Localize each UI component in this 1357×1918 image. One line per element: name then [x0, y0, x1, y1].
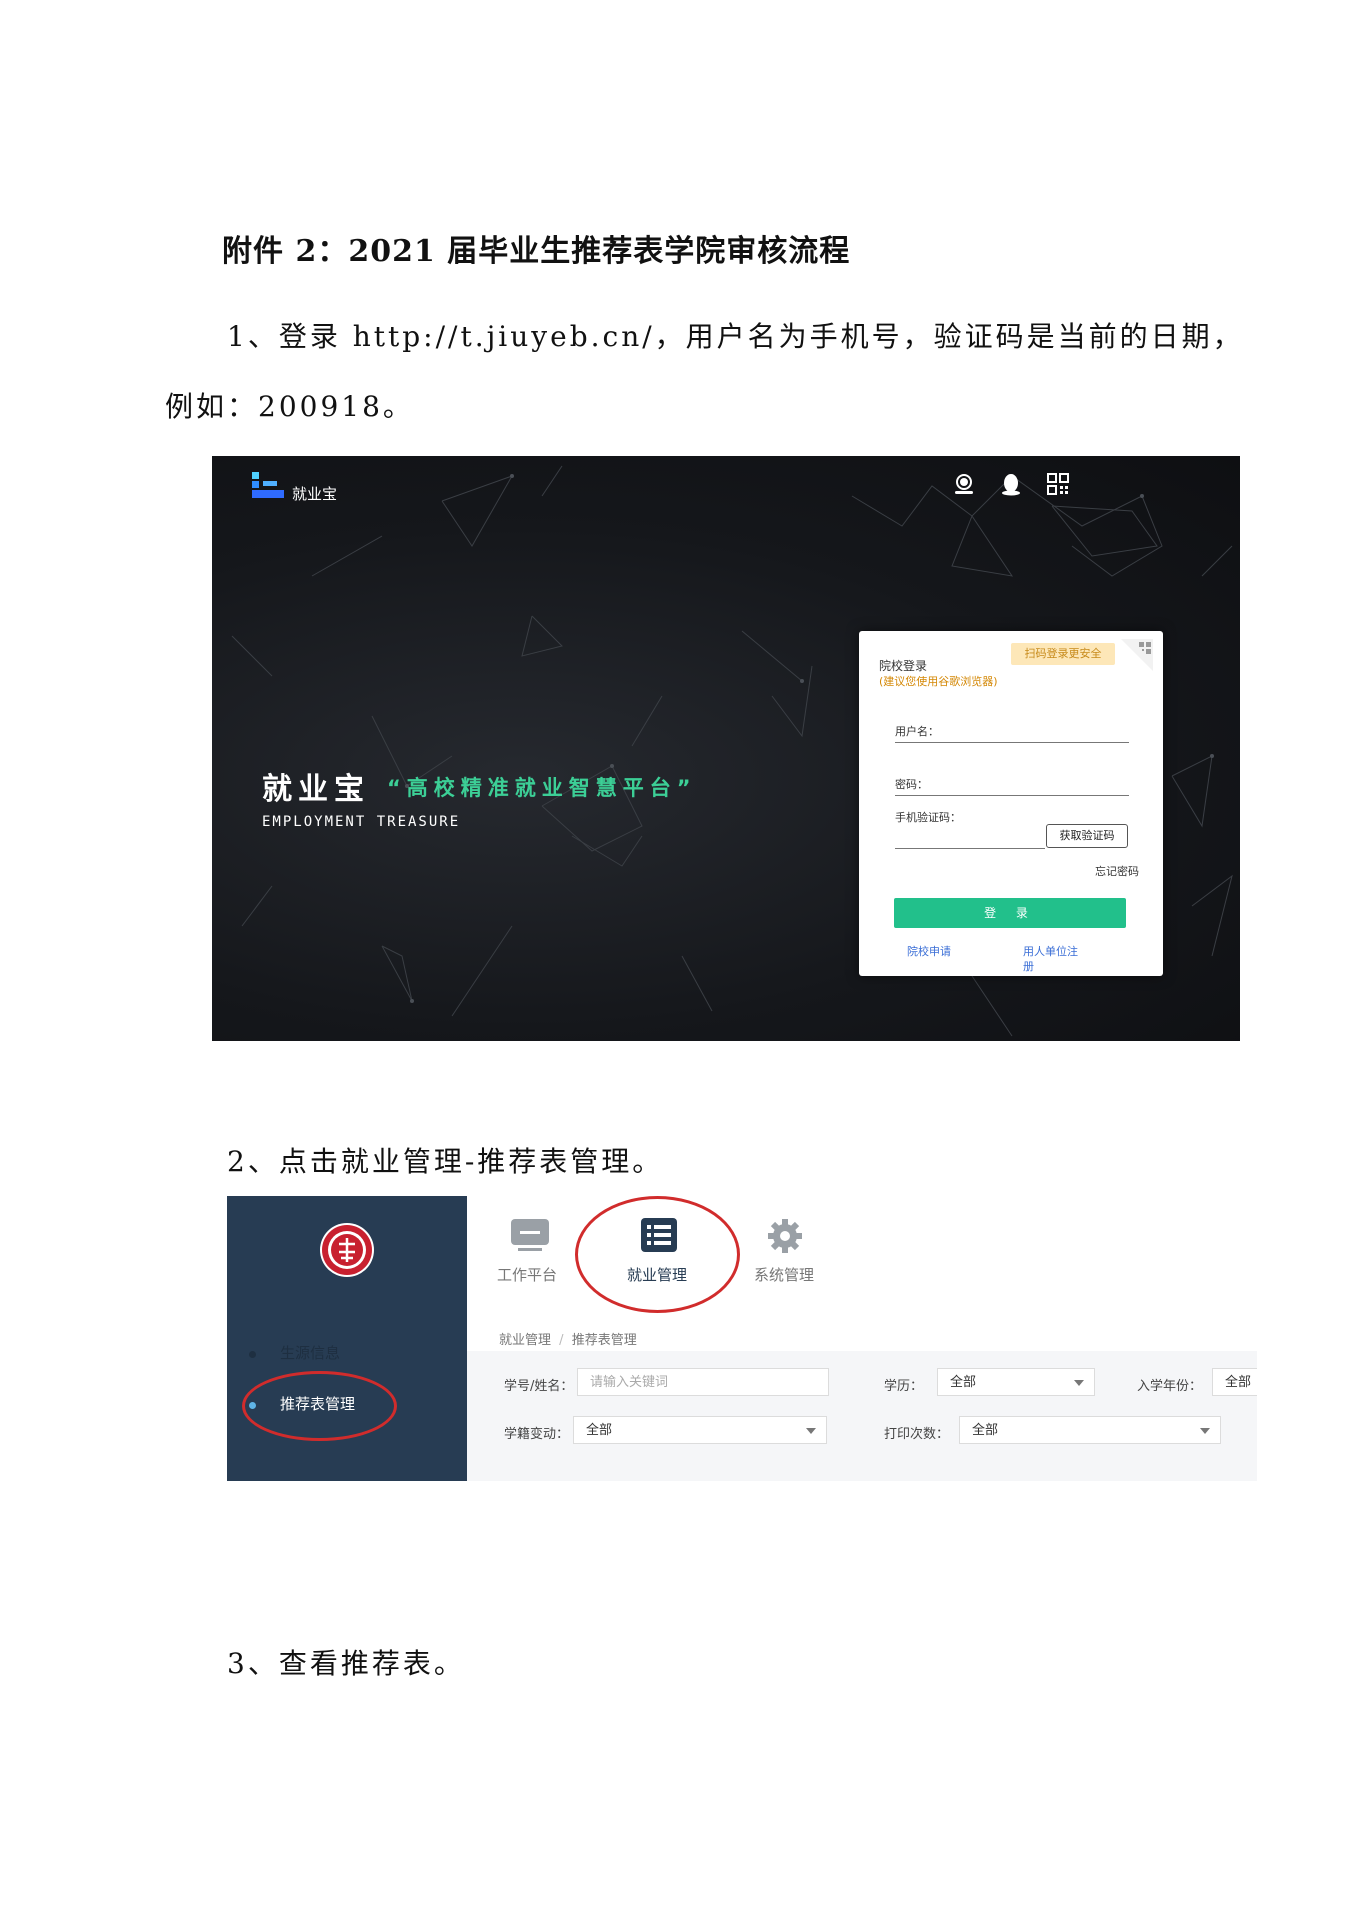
print-count-value: 全部	[972, 1423, 999, 1438]
password-label: 密码：	[895, 778, 928, 791]
breadcrumb-item-employment[interactable]: 就业管理	[499, 1333, 551, 1348]
status-change-value: 全部	[586, 1423, 613, 1438]
username-label: 用户名：	[895, 725, 939, 738]
step-3-text: 3、查看推荐表。	[227, 1647, 465, 1680]
hero-slogan: “高校精准就业智慧平台”	[387, 776, 697, 800]
school-apply-link[interactable]: 院校申请	[907, 943, 951, 959]
id-name-input[interactable]: 请输入关键词	[577, 1368, 829, 1396]
qr-login-corner-icon[interactable]	[1121, 639, 1153, 671]
filter-area: 学号/姓名： 请输入关键词 学历： 全部 入学年份： 全部 学籍变动： 全部 打…	[467, 1351, 1257, 1481]
school-logo-icon	[320, 1223, 374, 1277]
login-card: 院校登录 (建议您使用谷歌浏览器) 扫码登录更安全 用户名： 密码： 手机验证码…	[859, 631, 1163, 976]
enrollment-year-select[interactable]: 全部	[1212, 1368, 1257, 1396]
sms-code-label: 手机验证码：	[895, 811, 961, 824]
print-count-label: 打印次数：	[884, 1427, 950, 1442]
id-name-label: 学号/姓名：	[504, 1379, 574, 1394]
forgot-password-link[interactable]: 忘记密码	[1095, 863, 1139, 879]
login-screenshot: 就业宝 就业宝 “高校精准就业智慧平台” EMPLOYMENT TREASURE…	[212, 456, 1240, 1041]
monitor-icon[interactable]	[510, 1218, 550, 1252]
status-change-label: 学籍变动：	[504, 1427, 570, 1442]
degree-label: 学历：	[884, 1379, 924, 1394]
enrollment-year-value: 全部	[1225, 1375, 1252, 1390]
sidebar-bullet	[249, 1351, 256, 1358]
login-button[interactable]: 登 录	[894, 898, 1126, 928]
highlight-circle-sidebar	[242, 1371, 397, 1441]
sms-code-input[interactable]	[895, 848, 1045, 849]
qrcode-icon[interactable]	[1046, 472, 1070, 496]
password-input[interactable]	[895, 795, 1129, 796]
brand-name: 就业宝	[292, 485, 338, 503]
chevron-down-icon	[1200, 1428, 1210, 1434]
breadcrumb: 就业管理 / 推荐表管理	[499, 1329, 637, 1348]
step-1-line-2: 例如：200918。	[165, 390, 414, 423]
sidebar: 生源信息 推荐表管理	[227, 1196, 467, 1481]
gear-icon[interactable]	[767, 1218, 803, 1254]
service-icon[interactable]	[952, 472, 976, 496]
qq-icon[interactable]	[999, 472, 1023, 496]
username-input[interactable]	[895, 742, 1129, 743]
employer-register-link-wrap[interactable]: 册	[1023, 958, 1034, 974]
step-1-line-1: 1、登录 http://t.jiuyeb.cn/，用户名为手机号，验证码是当前的…	[227, 320, 1244, 353]
hero-title: 就业宝	[262, 772, 370, 807]
card-title: 院校登录	[879, 659, 928, 673]
step-2-text: 2、点击就业管理-推荐表管理。	[227, 1145, 664, 1178]
sidebar-item-source-info[interactable]: 生源信息	[280, 1342, 340, 1363]
degree-select-value: 全部	[950, 1375, 977, 1390]
menu-system[interactable]: 系统管理	[754, 1264, 814, 1285]
menu-workbench[interactable]: 工作平台	[497, 1264, 557, 1285]
document-title: 附件 2：2021 届毕业生推荐表学院审核流程	[222, 234, 851, 269]
degree-select[interactable]: 全部	[937, 1368, 1095, 1396]
employer-register-link[interactable]: 用人单位注	[1023, 943, 1078, 959]
browser-hint: (建议您使用谷歌浏览器)	[879, 675, 998, 688]
get-sms-code-button[interactable]: 获取验证码	[1046, 824, 1128, 848]
navigation-screenshot: 生源信息 推荐表管理 工作平台 就业管理 系统管理 就业管理 / 推荐表管理 学…	[227, 1196, 1257, 1481]
status-change-select[interactable]: 全部	[573, 1416, 827, 1444]
enrollment-year-label: 入学年份：	[1137, 1379, 1203, 1394]
highlight-circle-menu	[575, 1196, 740, 1313]
print-count-select[interactable]: 全部	[959, 1416, 1221, 1444]
hero-english-name: EMPLOYMENT TREASURE	[262, 814, 461, 830]
chevron-down-icon	[806, 1428, 816, 1434]
jiuyebao-logo-icon	[252, 472, 284, 498]
breadcrumb-separator: /	[559, 1333, 564, 1348]
chevron-down-icon	[1074, 1380, 1084, 1386]
breadcrumb-item-recommendation: 推荐表管理	[571, 1333, 637, 1348]
scan-login-badge[interactable]: 扫码登录更安全	[1011, 643, 1115, 665]
